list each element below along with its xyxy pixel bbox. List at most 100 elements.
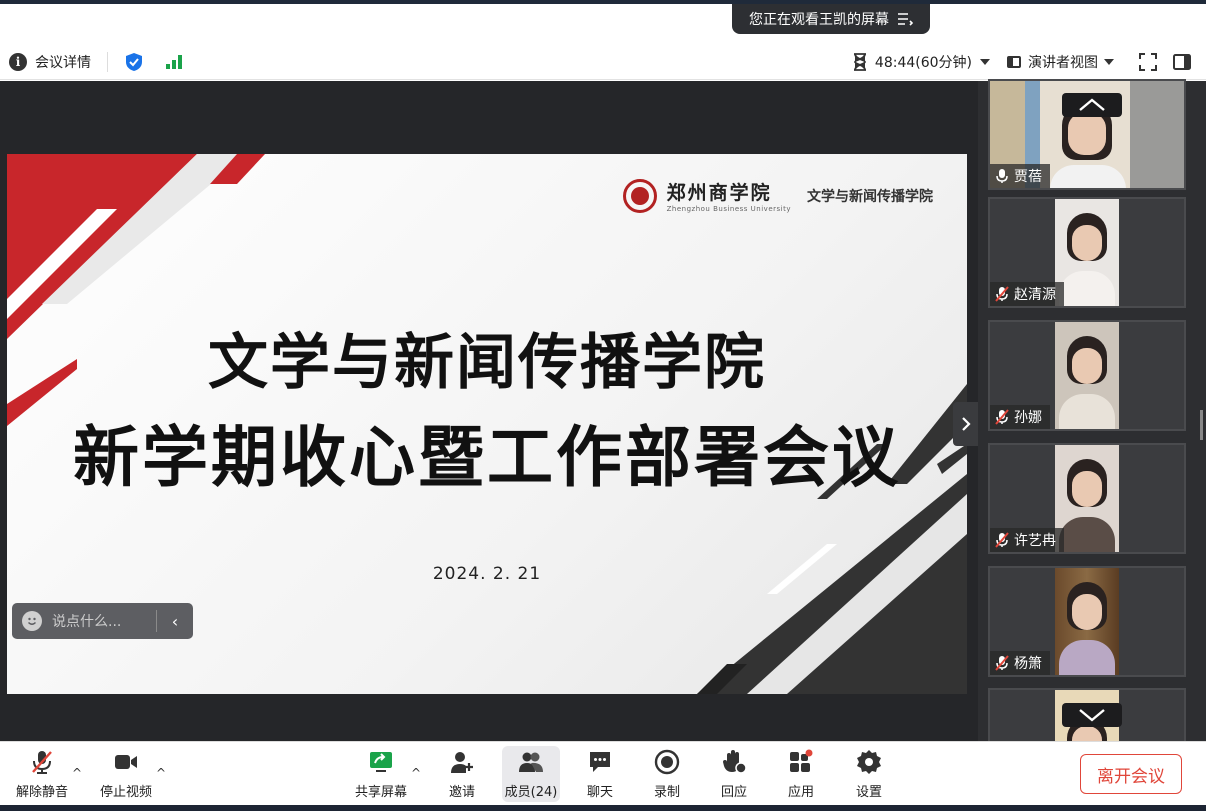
record-icon	[654, 749, 680, 774]
chevron-up-icon[interactable]: ^	[72, 766, 82, 780]
university-logo: 郑州商学院 Zhengzhou Business University 文学与新…	[622, 178, 933, 213]
meeting-header: i 会议详情 48:44(60分钟) 演讲者视图	[0, 44, 1206, 80]
mic-muted-icon	[32, 750, 52, 774]
hourglass-icon	[853, 53, 866, 71]
participant-gallery: 贾蓓 赵清源 孙娜 许艺冉 杨箫	[978, 79, 1206, 748]
participant-name-tag: 赵清源	[990, 282, 1064, 306]
apps-button[interactable]: 应用	[774, 746, 828, 802]
leave-meeting-button[interactable]: 离开会议	[1080, 754, 1182, 794]
react-label: 回应	[720, 784, 747, 800]
participant-name: 许艺冉	[1014, 533, 1056, 549]
slide-title-line2: 新学期收心暨工作部署会议	[73, 418, 901, 496]
apps-grid-icon	[790, 749, 813, 772]
list-menu-icon[interactable]	[897, 12, 913, 26]
chevron-right-icon	[961, 417, 971, 431]
university-seal-icon	[622, 178, 657, 213]
participant-name-tag: 贾蓓	[990, 164, 1050, 188]
university-name-cn: 郑州商学院	[666, 182, 772, 204]
shield-icon[interactable]	[124, 52, 144, 72]
view-mode-label: 演讲者视图	[1028, 55, 1098, 71]
gear-icon	[857, 749, 881, 774]
record-label: 录制	[653, 784, 680, 800]
chat-bubble-icon	[590, 751, 610, 772]
participant-name: 杨箫	[1014, 656, 1042, 672]
stop-video-label: 停止视频	[99, 784, 152, 800]
video-feed	[1055, 445, 1119, 552]
os-taskbar-edge	[0, 805, 1206, 811]
college-name: 文学与新闻传播学院	[807, 188, 933, 205]
participant-tile[interactable]: 许艺冉	[988, 443, 1186, 554]
participant-tile[interactable]: 杨箫	[988, 566, 1186, 677]
meeting-toolbar: 解除静音 ^ 停止视频 ^ 共享屏幕 ^ 邀请 成员(24) 聊天 录制 回应 …	[0, 741, 1206, 805]
chevron-down-icon[interactable]	[1104, 59, 1114, 65]
mic-muted-icon	[994, 409, 1010, 425]
speaker-view-icon	[1007, 56, 1021, 68]
mic-muted-icon	[994, 286, 1010, 302]
timer-text: 48:44(60分钟)	[874, 55, 972, 71]
record-button[interactable]: 录制	[640, 746, 694, 802]
raise-hand-icon	[723, 749, 747, 774]
slide-title-line1: 文学与新闻传播学院	[208, 328, 766, 398]
chevron-left-icon[interactable]: ‹	[157, 612, 193, 631]
stop-video-button[interactable]: 停止视频	[94, 746, 158, 802]
chevron-up-icon	[1079, 98, 1105, 111]
gallery-resize-handle[interactable]	[1200, 410, 1203, 440]
invite-button[interactable]: 邀请	[436, 746, 488, 802]
react-button[interactable]: 回应	[708, 746, 760, 802]
shared-screen-area: 郑州商学院 Zhengzhou Business University 文学与新…	[0, 81, 978, 741]
fullscreen-icon[interactable]	[1138, 52, 1158, 72]
members-button[interactable]: 成员(24)	[502, 746, 560, 802]
sidebar-toggle-icon[interactable]	[1172, 52, 1192, 72]
mic-muted-icon	[994, 532, 1010, 548]
participant-name-tag: 许艺冉	[990, 528, 1064, 552]
participant-name-tag: 杨箫	[990, 651, 1050, 675]
unmute-button[interactable]: 解除静音	[8, 746, 76, 802]
chevron-up-icon[interactable]: ^	[411, 766, 421, 780]
meeting-timer[interactable]: 48:44(60分钟)	[853, 52, 990, 72]
apps-label: 应用	[787, 784, 814, 800]
chat-input[interactable]: 说点什么...	[52, 611, 121, 631]
video-feed	[1055, 199, 1119, 306]
participant-name: 赵清源	[1014, 287, 1056, 303]
add-user-icon	[451, 751, 473, 773]
university-name-en: Zhengzhou Business University	[666, 205, 791, 213]
header-divider	[107, 51, 108, 72]
view-mode-select[interactable]: 演讲者视图	[1006, 52, 1114, 72]
participant-name: 贾蓓	[1014, 169, 1042, 185]
participant-tile[interactable]: 赵清源	[988, 197, 1186, 308]
video-feed	[1055, 322, 1119, 429]
unmute-label: 解除静音	[15, 784, 68, 800]
participant-tile[interactable]: 孙娜	[988, 320, 1186, 431]
meeting-info-button[interactable]: 会议详情	[35, 52, 91, 72]
window-top-edge	[0, 0, 1206, 4]
settings-button[interactable]: 设置	[842, 746, 896, 802]
signal-strength-icon[interactable]	[166, 54, 182, 69]
chevron-down-icon	[1079, 709, 1105, 722]
mic-muted-icon	[994, 655, 1010, 671]
video-feed	[1055, 568, 1119, 675]
share-screen-icon	[370, 751, 392, 772]
emoji-icon[interactable]	[22, 611, 42, 631]
next-page-button[interactable]	[953, 402, 978, 446]
info-icon[interactable]: i	[9, 52, 27, 71]
share-screen-button[interactable]: 共享屏幕	[350, 746, 412, 802]
gallery-scroll-down-button[interactable]	[1062, 703, 1122, 727]
chevron-down-icon[interactable]	[980, 59, 990, 65]
mic-icon	[994, 168, 1010, 184]
quick-chat-bar[interactable]: 说点什么... ‹	[12, 603, 193, 639]
chat-button[interactable]: 聊天	[574, 746, 626, 802]
chevron-up-icon[interactable]: ^	[156, 766, 166, 780]
share-screen-label: 共享屏幕	[354, 784, 407, 800]
participant-name-tag: 孙娜	[990, 405, 1050, 429]
chat-label: 聊天	[586, 784, 613, 800]
gallery-scroll-up-button[interactable]	[1062, 93, 1122, 117]
slide-date: 2024. 2. 21	[432, 564, 542, 584]
members-label: 成员(24)	[504, 784, 558, 800]
members-icon	[519, 752, 543, 772]
invite-label: 邀请	[448, 784, 475, 800]
settings-label: 设置	[855, 784, 882, 800]
participant-name: 孙娜	[1014, 410, 1042, 426]
screen-share-notice[interactable]: 您正在观看王凯的屏幕	[732, 4, 930, 34]
video-camera-icon	[115, 754, 137, 769]
notice-text: 您正在观看王凯的屏幕	[749, 12, 889, 28]
